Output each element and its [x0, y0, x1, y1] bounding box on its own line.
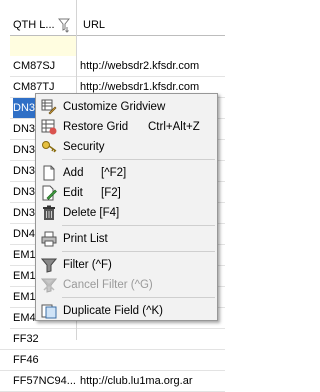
menu-separator	[62, 251, 215, 252]
restore-grid-icon	[41, 119, 57, 135]
context-menu: Customize Gridview Restore Grid Ctrl+Alt…	[35, 93, 218, 321]
cell-qth[interactable]: FF32	[13, 329, 75, 349]
menu-separator	[62, 225, 215, 226]
cell-qth[interactable]: CM87SJ	[13, 56, 75, 76]
trash-icon	[43, 205, 55, 220]
menu-label: Duplicate Field (^K)	[63, 305, 163, 317]
menu-item-delete[interactable]: Delete [F4]	[38, 203, 215, 223]
menu-shortcut: [^F2]	[101, 167, 127, 179]
menu-item-add[interactable]: Add [^F2]	[38, 163, 215, 183]
cell-qth[interactable]: FF57NC94...	[13, 371, 75, 391]
table-row[interactable]: CM87SJ http://websdr2.kfsdr.com	[0, 56, 225, 77]
cell-qth[interactable]: FF46	[13, 350, 75, 370]
column-filter-icon[interactable]	[58, 17, 70, 33]
printer-icon	[41, 231, 57, 247]
column-header-url[interactable]: URL	[80, 16, 223, 35]
menu-label: Filter (^F)	[63, 259, 112, 271]
menu-shortcut: [F2]	[101, 187, 121, 199]
table-row[interactable]: FF46	[0, 350, 225, 371]
grid-header: QTH L... URL	[0, 16, 225, 36]
menu-label: Edit	[63, 187, 83, 199]
edit-document-icon	[42, 185, 57, 201]
menu-label: Restore Grid	[63, 121, 129, 133]
add-document-icon	[43, 165, 55, 181]
menu-item-security[interactable]: Security	[38, 137, 215, 157]
menu-shortcut: Ctrl+Alt+Z	[148, 121, 200, 133]
filter-row-qth[interactable]	[10, 36, 76, 56]
menu-separator	[62, 297, 215, 298]
menu-label: Cancel Filter (^G)	[63, 279, 153, 291]
cell-url[interactable]: http://websdr2.kfsdr.com	[80, 56, 222, 76]
cancel-filter-icon	[41, 278, 57, 293]
row-gutter	[0, 0, 10, 340]
menu-item-duplicate-field[interactable]: Duplicate Field (^K)	[38, 301, 215, 321]
menu-item-cancel-filter: Cancel Filter (^G)	[38, 275, 215, 295]
funnel-icon	[41, 258, 57, 273]
menu-label: Delete [F4]	[63, 207, 120, 219]
menu-item-print-list[interactable]: Print List	[38, 229, 215, 249]
top-strip	[0, 0, 225, 16]
menu-item-edit[interactable]: Edit [F2]	[38, 183, 215, 203]
customize-grid-icon	[41, 99, 57, 115]
menu-item-filter[interactable]: Filter (^F)	[38, 255, 215, 275]
menu-label: Add	[63, 167, 84, 179]
cell-url[interactable]: http://club.lu1ma.org.ar	[80, 371, 222, 391]
menu-separator	[62, 159, 215, 160]
table-row[interactable]: FF57NC94... http://club.lu1ma.org.ar	[0, 371, 225, 392]
menu-item-restore-grid[interactable]: Restore Grid Ctrl+Alt+Z	[38, 117, 215, 137]
menu-label: Print List	[63, 233, 108, 245]
menu-label: Security	[63, 141, 105, 153]
keys-icon	[42, 141, 57, 153]
menu-label: Customize Gridview	[63, 101, 166, 113]
menu-item-customize-gridview[interactable]: Customize Gridview	[38, 97, 215, 117]
filter-row-url[interactable]	[77, 36, 225, 56]
cell-url[interactable]	[80, 350, 222, 370]
duplicate-icon	[41, 304, 57, 319]
cell-url[interactable]	[80, 329, 222, 349]
